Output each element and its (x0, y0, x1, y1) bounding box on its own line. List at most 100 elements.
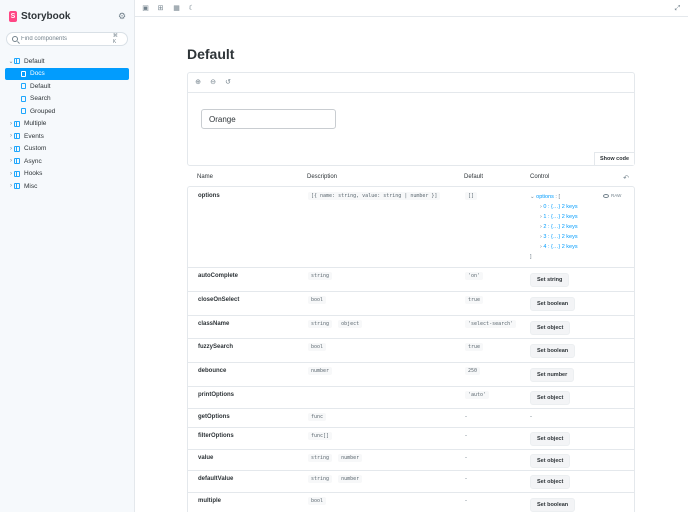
show-code-button[interactable]: Show code (593, 152, 634, 165)
search-shortcut: ⌘ K (112, 33, 118, 45)
preview-toolbar: ⊕ ⊖ ↺ (188, 73, 634, 93)
arg-name: fuzzySearch (198, 344, 234, 350)
zoom-in-icon[interactable]: ⊕ (194, 79, 202, 87)
json-item-label: 1 : {…} 2 keys (543, 214, 578, 220)
arg-default: true (465, 296, 484, 304)
set-boolean-button[interactable]: Set boolean (530, 297, 576, 311)
sidebar-item-label: Custom (24, 145, 47, 153)
sidebar-item-docs[interactable]: Docs (5, 67, 129, 80)
brand[interactable]: S Storybook (9, 11, 70, 22)
fullscreen-icon[interactable]: ⤢ (673, 4, 682, 13)
background-icon[interactable]: ▣ (141, 4, 150, 13)
set-object-button[interactable]: Set object (530, 475, 571, 489)
brand-name: Storybook (21, 11, 71, 22)
table-row: fuzzySearch bool true Set boolean (188, 338, 634, 362)
set-number-button[interactable]: Set number (530, 368, 575, 382)
json-root[interactable]: ⌄ options : [ (530, 192, 578, 202)
sidebar-item-events[interactable]: › Events (5, 130, 129, 143)
arg-name: autoComplete (198, 273, 239, 279)
arg-type: number (308, 367, 333, 375)
set-object-button[interactable]: Set object (530, 432, 571, 446)
sidebar-item-label: Default (30, 82, 51, 90)
arg-type: string (308, 475, 333, 483)
gear-icon[interactable]: ⚙ (117, 11, 127, 21)
sidebar-item-async[interactable]: › Async (5, 155, 129, 168)
set-object-button[interactable]: Set object (530, 454, 571, 468)
sidebar-item-grouped[interactable]: Grouped (5, 105, 129, 118)
component-icon (14, 183, 20, 190)
sidebar-item-label: Events (24, 132, 44, 140)
arg-name: className (198, 321, 230, 327)
arg-name: defaultValue (198, 476, 234, 482)
set-object-button[interactable]: Set object (530, 391, 571, 405)
table-row: defaultValue string number - Set object (188, 470, 634, 492)
arg-type: number (338, 475, 363, 483)
header-description: Description (307, 174, 338, 180)
json-item[interactable]: › 1 : {…} 2 keys (530, 212, 578, 222)
moon-icon[interactable]: ☾ (187, 4, 196, 13)
search-input[interactable] (21, 36, 110, 42)
json-bracket: ] (530, 254, 532, 260)
sidebar-item-label: Grouped (30, 107, 56, 115)
raw-toggle[interactable]: RAW (603, 193, 621, 198)
arg-name: filterOptions (198, 433, 234, 439)
viewport-icon[interactable]: ▦ (172, 4, 181, 13)
document-icon (21, 83, 26, 90)
table-row: className string object 'select-search' … (188, 315, 634, 338)
json-item-label: 0 : {…} 2 keys (543, 204, 578, 210)
sidebar-item-hooks[interactable]: › Hooks (5, 168, 129, 181)
table-row: debounce number 250 Set number (188, 362, 634, 386)
sidebar-item-misc[interactable]: › Misc (5, 180, 129, 193)
arg-default: [] (465, 192, 478, 200)
zoom-reset-icon[interactable]: ↺ (224, 79, 232, 87)
sidebar-item-label: Default (24, 57, 45, 65)
sidebar-item-label: Hooks (24, 170, 43, 178)
sidebar-item-label: Async (24, 157, 42, 165)
arg-default: - (465, 455, 467, 461)
docs-page: Default ⊕ ⊖ ↺ Orange Show code Name Desc… (135, 17, 688, 512)
search-icon (12, 36, 18, 42)
sidebar-item-search[interactable]: Search (5, 93, 129, 106)
component-icon (14, 145, 20, 152)
raw-label: RAW (611, 193, 622, 198)
json-item[interactable]: › 4 : {…} 2 keys (530, 242, 578, 252)
reset-icon[interactable]: ↶ (623, 174, 629, 182)
document-icon (21, 108, 26, 115)
arg-name: closeOnSelect (198, 297, 240, 303)
arg-type: number (338, 454, 363, 462)
arg-type: bool (308, 343, 327, 351)
arg-name: debounce (198, 368, 227, 374)
table-row: autoComplete string 'on' Set string (188, 267, 634, 291)
component-icon (14, 170, 20, 177)
json-item[interactable]: › 2 : {…} 2 keys (530, 222, 578, 232)
table-row: getOptions func - - (188, 408, 634, 427)
set-string-button[interactable]: Set string (530, 273, 570, 287)
sidebar-item-label: Misc (24, 182, 38, 190)
set-boolean-button[interactable]: Set boolean (530, 498, 576, 512)
header-name: Name (197, 174, 214, 180)
arg-type: object (338, 320, 363, 328)
args-table: options [{ name: string, value: string |… (187, 186, 635, 512)
json-item[interactable]: › 3 : {…} 2 keys (530, 232, 578, 242)
zoom-out-icon[interactable]: ⊖ (209, 79, 217, 87)
sidebar-item-custom[interactable]: › Custom (5, 143, 129, 156)
select-input[interactable]: Orange (201, 109, 336, 129)
json-item[interactable]: › 0 : {…} 2 keys (530, 202, 578, 212)
arg-name: value (198, 455, 214, 461)
search-box[interactable]: ⌘ K (6, 32, 128, 46)
component-icon (14, 158, 20, 165)
grid-icon[interactable]: ⊞ (156, 4, 165, 13)
sidebar-item-default-story[interactable]: Default (5, 80, 129, 93)
arg-type: bool (308, 296, 327, 304)
json-control[interactable]: ⌄ options : [ › 0 : {…} 2 keys › 1 : {…}… (530, 192, 578, 262)
set-boolean-button[interactable]: Set boolean (530, 344, 576, 358)
sidebar-item-multiple[interactable]: › Multiple (5, 118, 129, 131)
arg-name: printOptions (198, 392, 234, 398)
table-row: filterOptions func[] - Set object (188, 427, 634, 449)
header-default: Default (464, 174, 484, 180)
set-object-button[interactable]: Set object (530, 321, 571, 335)
arg-default: - (465, 476, 467, 482)
sidebar-item-label: Search (30, 95, 51, 103)
table-row: value string number - Set object (188, 449, 634, 470)
sidebar-item-default-group[interactable]: ⌄ Default (5, 55, 129, 68)
